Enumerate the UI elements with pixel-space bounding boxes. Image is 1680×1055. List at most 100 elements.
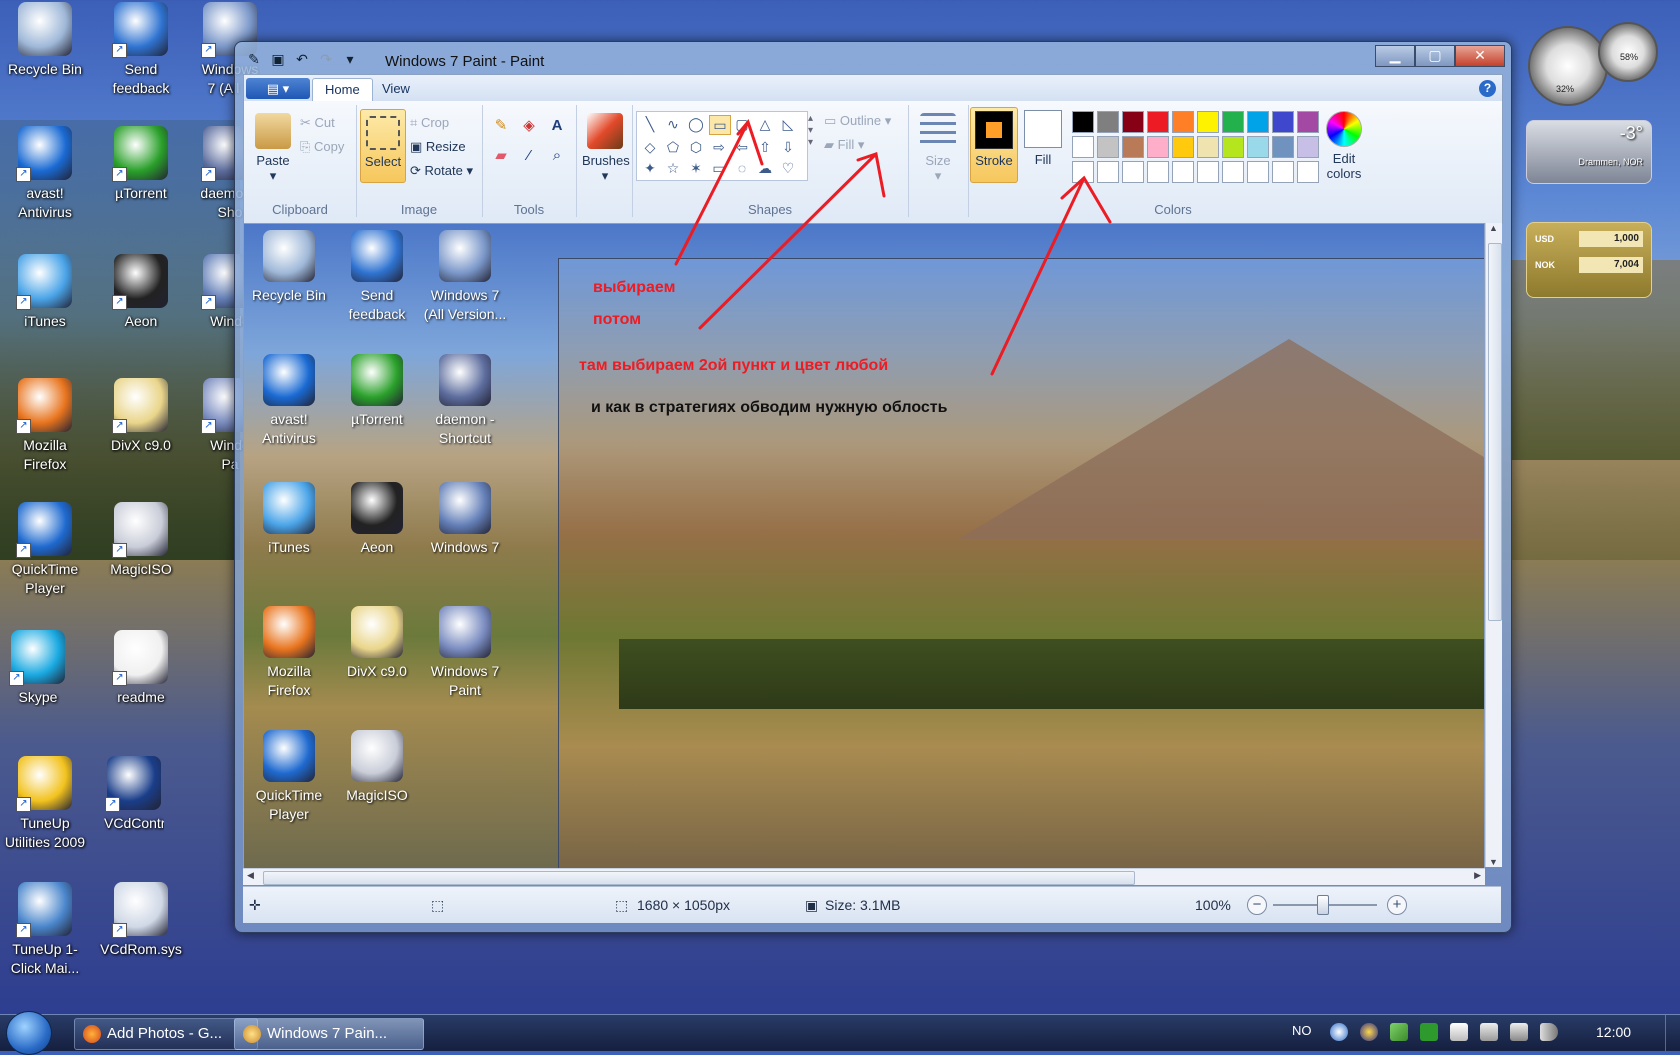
currency-gadget[interactable]: USD 1,000 NOK 7,004: [1526, 222, 1652, 298]
desktop-icon[interactable]: ↗ DivX c9.0: [96, 376, 186, 455]
language-indicator[interactable]: NO: [1292, 1023, 1312, 1038]
shape-rounded-callout-icon[interactable]: ◌: [732, 159, 752, 177]
volume-tray-icon[interactable]: [1540, 1023, 1558, 1041]
palette-swatch[interactable]: [1147, 161, 1169, 183]
shape-rounded-rectangle-icon[interactable]: ▢: [732, 115, 752, 133]
copy-button[interactable]: ⎘ Copy: [300, 139, 344, 155]
daemon-tray-icon[interactable]: [1360, 1023, 1378, 1041]
canvas-image[interactable]: Recycle Bin Send feedback Windows 7 (All V…: [244, 224, 1484, 868]
palette-swatch[interactable]: [1197, 161, 1219, 183]
edit-colors-button[interactable]: Edit colors: [1316, 111, 1372, 181]
shapes-gallery-scroll[interactable]: ▴ ▾ ▾: [808, 113, 813, 149]
fill-color-button[interactable]: Fill: [1020, 107, 1066, 181]
show-desktop-button[interactable]: [1665, 1015, 1680, 1051]
palette-swatch[interactable]: [1197, 136, 1219, 158]
palette-swatch[interactable]: [1122, 111, 1144, 133]
eraser-icon[interactable]: ▰: [490, 145, 512, 167]
text-icon[interactable]: A: [546, 115, 568, 137]
rotate-button[interactable]: ⟳ Rotate ▾: [410, 163, 473, 179]
shape-rectangle-icon[interactable]: ▭: [709, 115, 731, 135]
palette-swatch[interactable]: [1122, 161, 1144, 183]
canvas-area[interactable]: Recycle Bin Send feedback Windows 7 (All V…: [243, 223, 1485, 869]
desktop-icon[interactable]: ↗ Mozilla Firefox: [0, 376, 90, 474]
shapes-gallery[interactable]: ╲ ∿ ◯ ▭ ▢ △ ◺ ◇ ⬠ ⬡ ⇨ ⇦ ⇧ ⇩ ✦ ☆ ✶ ▭ ◌ ☁ ♡: [636, 111, 808, 181]
desktop-icon[interactable]: ↗ Aeon: [96, 252, 186, 331]
pencil-icon[interactable]: ✎: [490, 115, 512, 137]
crop-button[interactable]: ⌗ Crop: [410, 115, 449, 131]
shape-right-triangle-icon[interactable]: ◇: [640, 138, 660, 156]
shape-five-point-star-icon[interactable]: ✶: [686, 159, 706, 177]
help-icon[interactable]: ?: [1479, 80, 1496, 97]
shape-oval-callout-icon[interactable]: ☁: [755, 159, 775, 177]
shape-right-arrow-icon[interactable]: ⇦: [732, 138, 752, 156]
desktop-icon[interactable]: ↗ avast! Antivirus: [0, 124, 90, 222]
tab-view[interactable]: View: [370, 78, 422, 101]
palette-swatch[interactable]: [1172, 111, 1194, 133]
desktop-icon[interactable]: ↗ MagicISO: [96, 500, 186, 579]
palette-swatch[interactable]: [1097, 111, 1119, 133]
magnifier-icon[interactable]: ⌕: [546, 145, 568, 167]
battery-tray-icon[interactable]: [1480, 1023, 1498, 1041]
start-button[interactable]: [6, 1011, 52, 1055]
desktop-icon[interactable]: ↗ TuneUp Utilities 2009: [0, 754, 90, 852]
shape-line-icon[interactable]: ╲: [640, 115, 660, 133]
taskbar-item-paint[interactable]: Windows 7 Pain...: [234, 1018, 424, 1050]
resize-button[interactable]: ▣ Resize: [410, 139, 466, 155]
display-tray-icon[interactable]: [1510, 1023, 1528, 1041]
palette-swatch[interactable]: [1247, 111, 1269, 133]
outline-button[interactable]: ▭ Outline ▾: [824, 113, 891, 129]
shape-polygon-icon[interactable]: △: [755, 115, 775, 133]
palette-swatch[interactable]: [1222, 161, 1244, 183]
shape-down-arrow-icon[interactable]: ✦: [640, 159, 660, 177]
palette-swatch[interactable]: [1172, 161, 1194, 183]
undo-icon[interactable]: ↶: [293, 50, 311, 68]
title-bar[interactable]: ✎ ▣ ↶ ↷ ▾ Windows 7 Paint - Paint ▁ ▢ ✕: [235, 42, 1511, 74]
shape-four-point-star-icon[interactable]: ☆: [663, 159, 683, 177]
palette-swatch[interactable]: [1122, 136, 1144, 158]
shape-six-point-star-icon[interactable]: ▭: [709, 159, 729, 177]
palette-swatch[interactable]: [1072, 136, 1094, 158]
stroke-color-button[interactable]: Stroke: [970, 107, 1018, 183]
palette-swatch[interactable]: [1222, 111, 1244, 133]
shape-pentagon-icon[interactable]: ⬡: [686, 138, 706, 156]
desktop-icon[interactable]: ↗ QuickTime Player: [0, 500, 90, 598]
desktop-icon[interactable]: ↗ µTorrent: [96, 124, 186, 203]
utorrent-tray-icon[interactable]: [1420, 1023, 1438, 1041]
shape-cloud-callout-icon[interactable]: ♡: [778, 159, 798, 177]
horizontal-scrollbar[interactable]: ◀ ▶: [243, 868, 1485, 885]
desktop-icon[interactable]: ↗ Send feedback: [96, 0, 186, 98]
desktop-icon[interactable]: ↗ iTunes: [0, 252, 90, 331]
palette-swatch[interactable]: [1247, 136, 1269, 158]
minimize-button[interactable]: ▁: [1375, 45, 1415, 67]
maximize-button[interactable]: ▢: [1415, 45, 1455, 67]
network-tray-icon[interactable]: [1390, 1023, 1408, 1041]
desktop-icon[interactable]: ↗ VCdControl...: [104, 754, 164, 833]
fill-dropdown-button[interactable]: ▰ Fill ▾: [824, 137, 864, 153]
zoom-out-button[interactable]: −: [1247, 895, 1267, 915]
shape-triangle-icon[interactable]: ◺: [778, 115, 798, 133]
save-icon[interactable]: ▣: [269, 50, 287, 68]
avast-tray-icon[interactable]: [1330, 1023, 1348, 1041]
cpu-meter-gadget[interactable]: 32% 58%: [1528, 22, 1658, 106]
palette-swatch[interactable]: [1272, 161, 1294, 183]
palette-swatch[interactable]: [1147, 111, 1169, 133]
desktop-icon[interactable]: ↗ Skype: [8, 628, 68, 707]
palette-swatch[interactable]: [1222, 136, 1244, 158]
size-button[interactable]: Size ▾: [916, 111, 960, 184]
desktop-icon[interactable]: ↗ TuneUp 1-Click Mai...: [0, 880, 90, 978]
palette-swatch[interactable]: [1097, 136, 1119, 158]
palette-swatch[interactable]: [1272, 111, 1294, 133]
desktop-icon[interactable]: ↗ VCdRom.sys: [96, 880, 186, 959]
shape-oval-icon[interactable]: ◯: [686, 115, 706, 133]
palette-swatch[interactable]: [1272, 136, 1294, 158]
paste-button[interactable]: Paste ▾: [248, 111, 298, 184]
shape-curve-icon[interactable]: ∿: [663, 115, 683, 133]
color-picker-icon[interactable]: ⁄: [518, 145, 540, 167]
palette-swatch[interactable]: [1097, 161, 1119, 183]
close-button[interactable]: ✕: [1455, 45, 1505, 67]
palette-swatch[interactable]: [1072, 111, 1094, 133]
vertical-scrollbar[interactable]: ▲ ▼: [1485, 223, 1502, 867]
fill-bucket-icon[interactable]: ◈: [518, 115, 540, 137]
paint-window[interactable]: ✎ ▣ ↶ ↷ ▾ Windows 7 Paint - Paint ▁ ▢ ✕ …: [234, 41, 1512, 933]
cut-button[interactable]: ✂ Cut: [300, 115, 335, 131]
